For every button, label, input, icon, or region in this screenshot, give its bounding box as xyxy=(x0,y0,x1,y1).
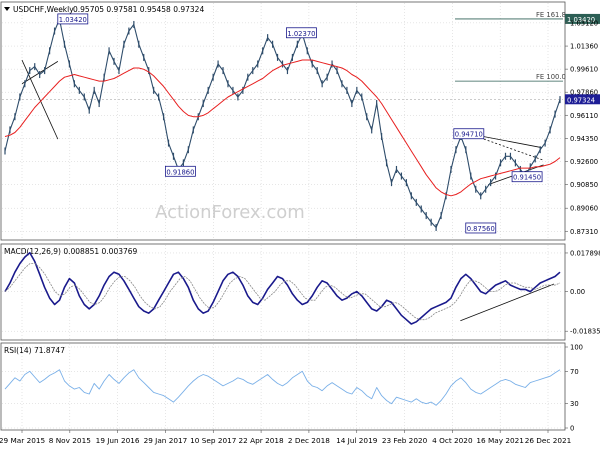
price-annotation-label: 0.94710 xyxy=(455,131,483,139)
y-tick-label: 0 xyxy=(570,425,574,433)
x-tick-label: 2 Dec 2018 xyxy=(288,436,330,445)
y-tick-label: 1.03120 xyxy=(570,19,598,27)
watermark: ActionForex.com xyxy=(155,202,305,223)
y-tick-label: 30 xyxy=(570,400,579,408)
x-tick-label: 29 Jan 2017 xyxy=(144,436,188,445)
y-tick-label: 0.99610 xyxy=(570,66,598,74)
last-price-label: 0.97324 xyxy=(567,96,595,104)
x-tick-label: 4 Oct 2020 xyxy=(432,436,473,445)
y-tick-label: 0.017898 xyxy=(570,249,600,257)
y-tick-label: 70 xyxy=(570,368,579,376)
x-tick-label: 14 Jul 2019 xyxy=(336,436,378,445)
price-annotation-label: 0.91450 xyxy=(513,174,541,182)
price-annotation-label: 0.91860 xyxy=(166,168,194,176)
x-tick-label: 19 Jun 2016 xyxy=(96,436,140,445)
x-tick-label: 26 Dec 2021 xyxy=(525,436,572,445)
y-tick-label: 0.97860 xyxy=(570,89,598,97)
y-tick-label: 100 xyxy=(570,344,583,352)
y-tick-label: 0.87310 xyxy=(570,228,598,236)
fib-level-label: FE 100.0 xyxy=(536,73,566,81)
y-tick-label: -0.018354 xyxy=(570,328,600,336)
x-tick-label: 10 Sep 2017 xyxy=(190,436,237,445)
chart-canvas: USDCHF,Weekly 0.95705 0.97581 0.95458 0.… xyxy=(0,0,600,450)
rsi-title: RSI(14) 71.8747 xyxy=(4,346,65,355)
ohlc-values: 0.95705 0.97581 0.95458 0.97324 xyxy=(73,5,204,14)
y-tick-label: 0.92600 xyxy=(570,158,598,166)
y-tick-label: 1.01360 xyxy=(570,43,598,51)
price-annotation-label: 1.02370 xyxy=(287,30,315,38)
y-tick-label: 0.90850 xyxy=(570,181,598,189)
y-tick-label: 0.94350 xyxy=(570,135,598,143)
price-annotation-label: 0.87560 xyxy=(467,225,495,233)
y-tick-label: 0.00 xyxy=(570,288,585,296)
fib-level-label: FE 161.8 xyxy=(536,11,566,19)
y-tick-label: 0.89060 xyxy=(570,205,598,213)
y-tick-label: 0.96110 xyxy=(570,112,598,120)
x-tick-label: 22 Apr 2018 xyxy=(239,436,284,445)
price-annotation-label: 1.03420 xyxy=(59,16,87,24)
x-tick-label: 16 May 2021 xyxy=(476,436,524,445)
x-tick-label: 8 Nov 2015 xyxy=(49,436,91,445)
x-tick-label: 29 Mar 2015 xyxy=(0,436,45,445)
x-tick-label: 23 Feb 2020 xyxy=(382,436,428,445)
